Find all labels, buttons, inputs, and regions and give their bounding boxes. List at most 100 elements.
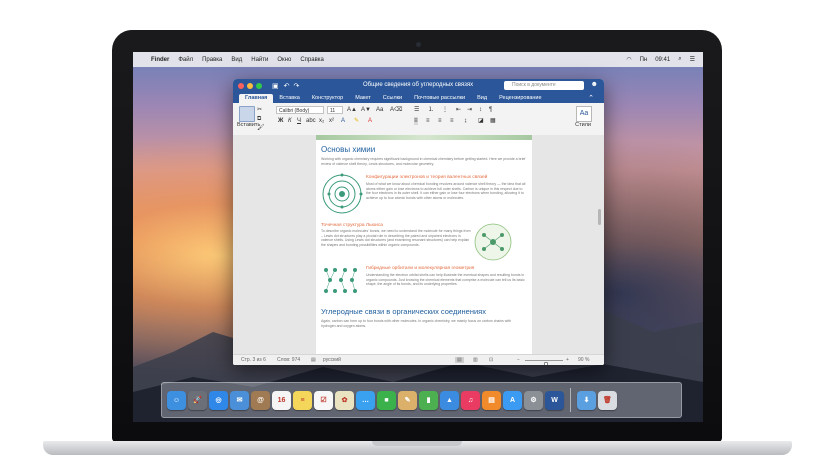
increase-indent-icon[interactable]: ⇥ [467, 106, 472, 114]
menu-go[interactable]: Найти [251, 57, 268, 63]
word-icon[interactable]: W [545, 390, 564, 410]
tab-review[interactable]: Рецензирование [493, 94, 547, 103]
finder-icon[interactable]: ☺ [167, 390, 186, 410]
align-left-icon[interactable]: ≡ [414, 117, 418, 125]
proofing-icon[interactable]: ▤ [311, 357, 316, 363]
tab-insert[interactable]: Вставка [273, 94, 305, 103]
zoom-in-icon[interactable]: + [566, 357, 569, 363]
redo-icon[interactable]: ↷ [294, 82, 300, 90]
document-page[interactable]: Основы химии Working with organic chemis… [316, 135, 532, 355]
zoom-out-icon[interactable]: − [517, 357, 520, 363]
menu-finder[interactable]: Finder [151, 57, 169, 63]
downloads-folder-icon[interactable]: ⬇ [577, 390, 596, 410]
tab-design[interactable]: Конструктор [306, 94, 349, 103]
text-effects-icon[interactable]: A [341, 117, 345, 125]
zoom-button[interactable] [256, 83, 262, 89]
styles-gallery-icon[interactable]: Aa [576, 106, 592, 122]
spotlight-icon[interactable]: ⌕ [678, 56, 681, 63]
tab-view[interactable]: Вид [471, 94, 493, 103]
superscript-icon[interactable]: x² [329, 117, 334, 125]
borders-icon[interactable]: ▦ [490, 117, 496, 125]
font-name-select[interactable]: Calibri (Body) [276, 106, 324, 114]
zoom-slider[interactable] [525, 360, 563, 365]
minimize-button[interactable] [247, 83, 253, 89]
ribbon-collapse-icon[interactable]: ⌃ [588, 94, 594, 102]
photo-icon[interactable]: ✿ [335, 390, 354, 410]
print-layout-view-icon[interactable]: ▤ [455, 357, 464, 363]
grow-font-icon[interactable]: A▲ [347, 106, 357, 114]
multilevel-list-icon[interactable]: ⋮ [442, 106, 448, 114]
preview-icon[interactable]: ✎ [398, 390, 417, 410]
word-count[interactable]: Слов: 974 [277, 357, 300, 363]
tab-home[interactable]: Главная [239, 94, 274, 103]
zoom-slider-knob[interactable] [543, 362, 548, 365]
clear-formatting-icon[interactable]: A⌫ [390, 106, 403, 114]
decrease-indent-icon[interactable]: ⇤ [456, 106, 461, 114]
molecular-geometry-icon [324, 268, 357, 293]
shrink-font-icon[interactable]: A▼ [361, 106, 371, 114]
menu-help[interactable]: Справка [300, 57, 324, 63]
messages-icon[interactable]: … [356, 390, 375, 410]
ibooks-icon[interactable]: ▤ [482, 390, 501, 410]
tab-references[interactable]: Ссылки [377, 94, 408, 103]
calendar-icon[interactable]: 16 [272, 390, 291, 410]
web-layout-view-icon[interactable]: ▥ [473, 357, 478, 363]
tab-mailings[interactable]: Почтовые рассылки [408, 94, 471, 103]
focus-mode-icon[interactable]: ⊡ [489, 357, 493, 363]
contacts-icon[interactable]: @ [251, 390, 270, 410]
notes-icon[interactable]: ≡ [293, 390, 312, 410]
user-icon[interactable]: ☻ [591, 81, 598, 88]
keynote-icon[interactable]: ▲ [440, 390, 459, 410]
tab-layout[interactable]: Макет [349, 94, 377, 103]
format-painter-icon[interactable]: 🖌 [257, 124, 265, 132]
page-count[interactable]: Стр. 3 из 6 [241, 357, 266, 363]
mail-icon[interactable]: ✉ [230, 390, 249, 410]
undo-icon[interactable]: ↶ [284, 82, 290, 90]
paste-button[interactable] [239, 106, 255, 122]
language[interactable]: русский [323, 357, 341, 363]
underline-icon[interactable]: Ч [297, 117, 301, 125]
section-lewis-title: Точечная структура Льюиса [321, 223, 383, 228]
justify-icon[interactable]: ≡ [450, 117, 454, 125]
notification-center-icon[interactable]: ☰ [690, 56, 695, 63]
font-size-select[interactable]: 11 [327, 106, 343, 114]
search-input[interactable]: Поиск в документе [504, 81, 584, 90]
facetime-icon[interactable]: ■ [377, 390, 396, 410]
launchpad-icon[interactable]: 🚀 [188, 390, 207, 410]
vertical-scrollbar[interactable] [598, 209, 601, 225]
bold-icon[interactable]: Ж [278, 117, 283, 125]
subscript-icon[interactable]: x₂ [319, 117, 324, 125]
reminders-icon[interactable]: ☑ [314, 390, 333, 410]
save-icon[interactable]: ▣ [272, 82, 279, 90]
wifi-icon[interactable]: ◠ [626, 56, 631, 63]
numbering-icon[interactable]: ⒈ [428, 106, 434, 114]
strikethrough-icon[interactable]: abc [306, 117, 316, 125]
sort-icon[interactable]: ↕ [479, 106, 482, 114]
itunes-icon[interactable]: ♫ [461, 390, 480, 410]
align-right-icon[interactable]: ≡ [438, 117, 442, 125]
clock[interactable]: 09:41 [655, 57, 670, 63]
cut-icon[interactable]: ✂ [257, 106, 262, 114]
bullets-icon[interactable]: ☰ [414, 106, 419, 114]
safari-icon[interactable]: ◎ [209, 390, 228, 410]
numbers-icon[interactable]: ▮ [419, 390, 438, 410]
menu-file[interactable]: Файл [178, 57, 193, 63]
menu-edit[interactable]: Правка [202, 57, 222, 63]
change-case-icon[interactable]: Aa [376, 106, 383, 114]
pilcrow-icon[interactable]: ¶ [489, 106, 492, 114]
highlight-icon[interactable]: ✎ [354, 117, 359, 125]
menu-window[interactable]: Окно [277, 57, 291, 63]
italic-icon[interactable]: К [288, 117, 292, 125]
line-spacing-icon[interactable]: ↨ [464, 117, 467, 125]
system-preferences-icon[interactable]: ⚙ [524, 390, 543, 410]
font-color-icon[interactable]: A [368, 117, 372, 125]
close-button[interactable] [238, 83, 244, 89]
shading-icon[interactable]: ◪ [478, 117, 484, 125]
copy-icon[interactable]: ⧉ [257, 115, 261, 123]
menu-view[interactable]: Вид [231, 57, 242, 63]
trash-icon[interactable]: 🗑 [598, 390, 617, 410]
section-hybrid-orbitals-title: Гибридные орбитали и молекулярная геомет… [366, 266, 475, 271]
align-center-icon[interactable]: ≡ [426, 117, 430, 125]
zoom-level[interactable]: 90 % [578, 357, 589, 363]
app-store-icon[interactable]: A [503, 390, 522, 410]
